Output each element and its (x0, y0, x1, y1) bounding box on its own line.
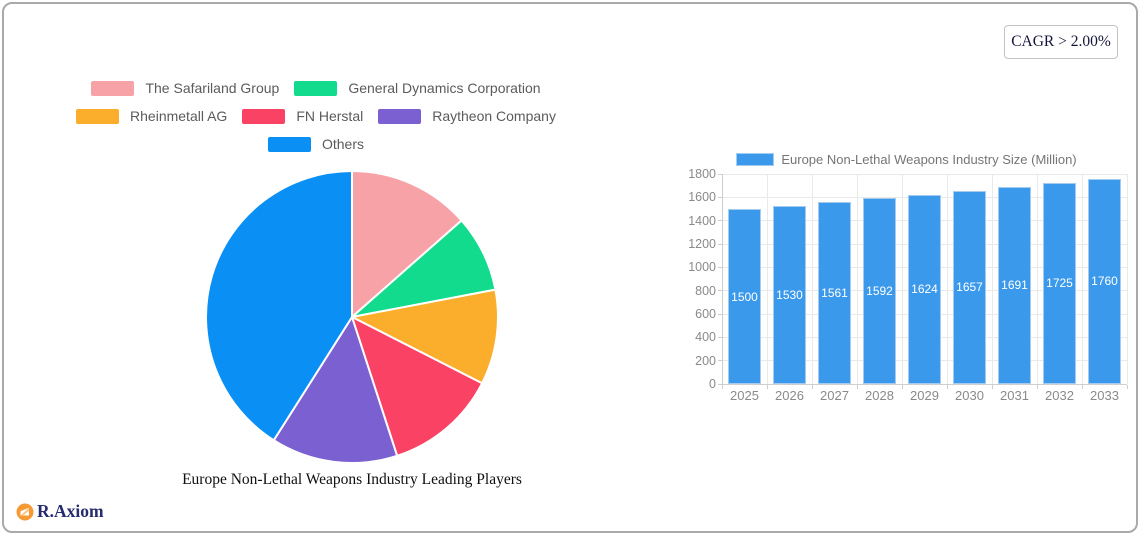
legend-swatch (378, 108, 422, 124)
legend-label: Raytheon Company (432, 108, 556, 124)
gridline (811, 174, 813, 384)
bar-value-label: 1691 (1001, 278, 1028, 293)
gridline (766, 174, 768, 384)
pie-legend-row: Rheinmetall AG FN Herstal Raytheon Company (76, 108, 556, 124)
gridline (901, 174, 903, 384)
pie-legend-item[interactable]: Rheinmetall AG (76, 108, 227, 124)
pie-chart (205, 170, 499, 464)
report-card: CAGR > 2.00% The Safariland Group General… (2, 2, 1138, 533)
bar-legend[interactable]: Europe Non-Lethal Weapons Industry Size … (686, 151, 1127, 167)
pie-legend-item[interactable]: General Dynamics Corporation (294, 80, 541, 96)
legend-swatch (294, 80, 338, 96)
legend-swatch (267, 136, 311, 152)
y-tick-label: 1200 (688, 237, 716, 251)
legend-label: Others (321, 136, 364, 152)
gridline (1126, 174, 1128, 384)
x-tick-label: 2026 (775, 388, 804, 403)
legend-swatch (242, 108, 286, 124)
bar-value-label: 1500 (731, 289, 758, 304)
y-tick-label: 1400 (688, 213, 716, 228)
legend-label: General Dynamics Corporation (348, 80, 541, 96)
pie-legend-item[interactable]: The Safariland Group (91, 80, 279, 96)
gridline (1081, 174, 1083, 384)
bar-value-label: 1657 (956, 280, 983, 295)
legend-swatch (91, 80, 135, 96)
gridline (946, 174, 948, 384)
legend-label: Rheinmetall AG (130, 108, 228, 124)
cagr-badge: CAGR > 2.00% (1004, 25, 1118, 59)
bar-legend-swatch (736, 152, 775, 166)
bar-value-label: 1760 (1091, 274, 1118, 289)
pie-legend-item[interactable]: Others (267, 136, 364, 152)
bar-value-label: 1624 (911, 282, 938, 297)
bar-plot-area: 0 200 400 600 800 1000 1200 1400 1600 1800 1500 202… (688, 168, 1128, 403)
y-tick-label: 600 (695, 307, 716, 321)
bar-value-label: 1561 (821, 285, 848, 300)
gridline (1036, 174, 1038, 384)
pie-legend-row: Others (267, 136, 364, 152)
y-tick-label: 1600 (688, 190, 716, 205)
bar-value-label: 1592 (866, 284, 893, 299)
bar-legend-label: Europe Non-Lethal Weapons Industry Size … (781, 151, 1077, 167)
x-tick-label: 2028 (865, 388, 894, 403)
y-tick-label: 400 (695, 330, 716, 345)
x-tick-label: 2030 (955, 388, 984, 403)
x-axis (722, 384, 1127, 385)
y-tick-label: 200 (695, 353, 716, 368)
gridline (856, 174, 858, 384)
brand-name: R.Axiom (37, 501, 104, 521)
bar-value-label: 1530 (776, 287, 803, 302)
pie-legend-item[interactable]: FN Herstal (242, 108, 363, 124)
y-axis (722, 174, 723, 384)
brand-logo-icon (16, 503, 34, 520)
pie-chart-title: Europe Non-Lethal Weapons Industry Leadi… (182, 471, 522, 488)
x-tick-label: 2025 (730, 388, 759, 403)
pie-legend: The Safariland Group General Dynamics Cor… (16, 80, 616, 152)
y-tick-label: 800 (695, 283, 716, 298)
y-tick-label: 1800 (688, 167, 716, 181)
pie-legend-row: The Safariland Group General Dynamics Cor… (91, 80, 541, 96)
bar-value-label: 1725 (1046, 276, 1073, 291)
brand-logo: R.Axiom (16, 501, 104, 522)
x-tick-label: 2031 (1000, 388, 1029, 403)
x-tick-label: 2029 (910, 388, 939, 403)
x-tick-label: 2033 (1090, 388, 1119, 403)
x-tick-label: 2027 (820, 388, 849, 403)
y-tick-label: 1000 (688, 260, 716, 275)
pie-legend-item[interactable]: Raytheon Company (378, 108, 556, 124)
bar-chart-section: Europe Non-Lethal Weapons Industry Size … (686, 151, 1128, 403)
gridline (722, 173, 1127, 175)
y-tick-label: 0 (709, 377, 716, 391)
legend-label: The Safariland Group (145, 80, 280, 96)
gridline (991, 174, 993, 384)
x-tick-label: 2032 (1045, 388, 1074, 403)
legend-label: FN Herstal (296, 108, 364, 124)
legend-swatch (76, 108, 120, 124)
